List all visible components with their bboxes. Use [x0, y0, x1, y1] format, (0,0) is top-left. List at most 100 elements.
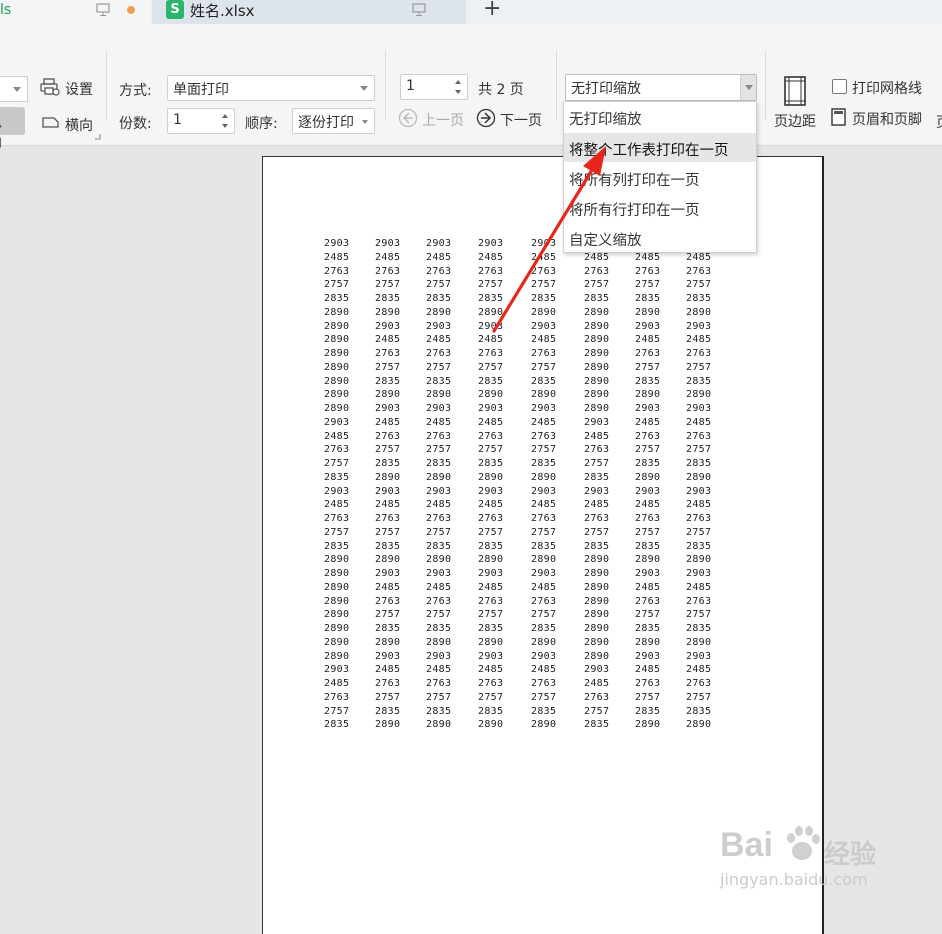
sheet-cell: 2890 [324, 650, 350, 662]
sheet-cell: 2763 [584, 691, 610, 703]
menu-item-fit-columns-one-page[interactable]: 将所有列打印在一页 [564, 163, 756, 192]
sheet-cell: 2485 [531, 334, 557, 346]
watermark-url: jingyan.baidu.com [720, 870, 868, 889]
sheet-cell: 2757 [324, 705, 350, 717]
settings-button[interactable]: 设置 [65, 79, 93, 99]
sheet-cell: 2835 [531, 623, 557, 634]
gridlines-checkbox[interactable] [832, 79, 847, 94]
sheet-cell: 2903 [478, 403, 504, 414]
chevron-down-icon [362, 120, 368, 124]
sheet-cell: 2890 [375, 554, 401, 566]
sheet-cell: 2763 [375, 678, 401, 689]
sheet-cell: 2485 [426, 664, 452, 676]
sheet-cell: 2757 [375, 609, 401, 621]
sheet-cell: 2835 [531, 293, 557, 304]
sheet-cell: 2757 [635, 444, 661, 456]
sheet-cell: 2485 [478, 416, 504, 428]
sheet-cell: 2890 [635, 554, 661, 566]
order-label: 顺序: [245, 116, 278, 132]
portrait-button[interactable]: 纵向 [0, 107, 25, 151]
sheet-cell: 2890 [584, 595, 610, 607]
cut-off-label: 页 [936, 112, 942, 132]
sheet-cell: 2903 [635, 650, 661, 662]
sheet-cell: 2903 [635, 320, 661, 332]
sheet-cell: 2890 [324, 581, 350, 593]
sheet-cell: 2890 [584, 636, 610, 648]
sheet-cell: 2903 [375, 568, 401, 579]
print-mode-select[interactable]: 单面打印 [167, 75, 375, 101]
sheet-cell: 2890 [531, 719, 557, 731]
sheet-cell: 2890 [584, 334, 610, 346]
chevron-down-icon [745, 85, 753, 90]
sheet-cell: 2485 [686, 334, 712, 346]
sheet-cell: 2903 [531, 568, 557, 579]
sheet-cell: 2757 [686, 361, 712, 373]
sheet-cell: 2890 [426, 471, 452, 483]
sheet-cell: 2485 [686, 664, 712, 676]
page-number-stepper[interactable]: 1 [400, 74, 468, 100]
sheet-cell: 2903 [324, 238, 350, 249]
next-page-button[interactable]: 下一页 [500, 110, 542, 130]
sheet-cell: 2890 [375, 389, 401, 401]
sheet-cell: 2763 [478, 348, 504, 359]
sheet-cell: 2835 [324, 719, 350, 731]
dialog-launcher-icon[interactable] [94, 133, 101, 140]
sheet-cell: 2757 [531, 361, 557, 373]
sheet-cell: 2890 [584, 554, 610, 566]
sheet-cell: 2763 [375, 430, 401, 442]
tab-bar: ls S 姓名.xlsx + [0, 0, 942, 24]
sheet-cell: 2903 [375, 650, 401, 662]
margins-button[interactable]: 页边距 [774, 111, 816, 131]
ribbon-divider [556, 50, 557, 120]
menu-item-custom-scaling[interactable]: 自定义缩放 [564, 223, 756, 252]
sheet-cell: 2485 [478, 581, 504, 593]
spreadsheet-icon: S [166, 0, 184, 19]
sheet-cell: 2763 [635, 513, 661, 524]
sheet-cell: 2903 [531, 650, 557, 662]
copies-stepper[interactable]: 1 [167, 108, 235, 134]
sheet-cell: 2485 [324, 430, 350, 442]
stepper-arrows-icon[interactable] [222, 111, 230, 131]
printer-combo[interactable] [0, 76, 28, 102]
print-order-select[interactable]: 逐份打印 [292, 108, 375, 134]
new-tab-plus-icon[interactable]: + [483, 0, 501, 21]
header-footer-button[interactable]: 页眉和页脚 [852, 109, 922, 129]
menu-item-fit-sheet-one-page[interactable]: 将整个工作表打印在一页 [564, 133, 756, 162]
sheet-cell: 2485 [324, 499, 350, 511]
sheet-cell: 2757 [324, 458, 350, 469]
sheet-cell: 2835 [478, 540, 504, 552]
total-pages: 共 2 页 [478, 82, 524, 98]
print-scale-select[interactable]: 无打印缩放 [565, 74, 757, 101]
sheet-cell: 2890 [686, 306, 712, 318]
menu-item-no-scaling[interactable]: 无打印缩放 [564, 102, 756, 131]
sheet-cell: 2763 [635, 678, 661, 689]
chevron-down-icon [360, 86, 368, 91]
chevron-down-icon [13, 87, 21, 92]
sheet-cell: 2890 [584, 348, 610, 359]
sheet-cell: 2757 [584, 526, 610, 538]
prev-page-button[interactable]: 上一页 [422, 110, 464, 130]
sheet-cell: 2757 [375, 526, 401, 538]
sheet-cell: 2835 [478, 705, 504, 717]
menu-item-fit-rows-one-page[interactable]: 将所有行打印在一页 [564, 193, 756, 222]
sheet-cell: 2763 [324, 513, 350, 524]
sheet-cell: 2903 [531, 238, 557, 249]
dropdown-toggle[interactable] [740, 75, 756, 100]
sheet-cell: 2485 [375, 499, 401, 511]
stepper-arrows-icon[interactable] [455, 77, 463, 97]
tab-active-file[interactable]: S 姓名.xlsx [152, 0, 466, 24]
tab-previous[interactable]: ls [0, 0, 150, 24]
sheet-cell: 2890 [375, 719, 401, 731]
sheet-cell: 2485 [478, 334, 504, 346]
print-gridlines-label: 打印网格线 [852, 81, 922, 97]
sheet-cell: 2835 [478, 293, 504, 304]
sheet-cell: 2835 [686, 375, 712, 387]
sheet-cell: 2835 [375, 540, 401, 552]
landscape-button[interactable]: 横向 [65, 115, 93, 135]
sheet-cell: 2835 [635, 458, 661, 469]
sheet-cell: 2890 [324, 403, 350, 414]
sheet-cell: 2757 [531, 691, 557, 703]
sheet-cell: 2757 [426, 691, 452, 703]
sheet-cell: 2763 [686, 265, 712, 277]
sheet-cell: 2763 [531, 430, 557, 442]
